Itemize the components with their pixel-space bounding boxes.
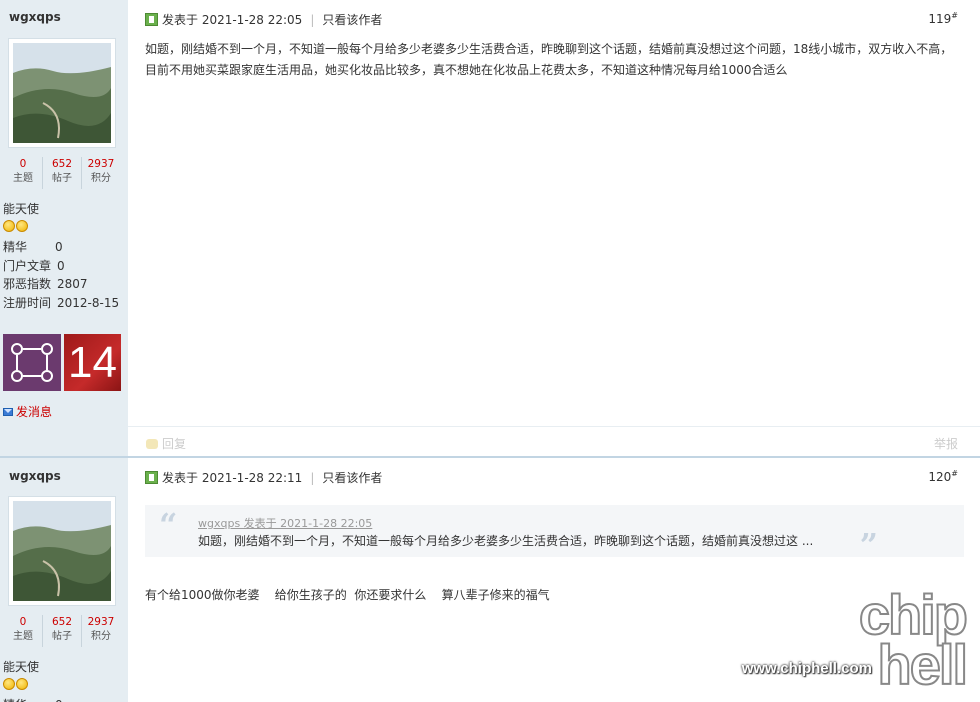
smiley-icon — [3, 220, 15, 232]
author-sidebar: wgxqps 0 主题 652 帖子 2937 积分 能天使 精华 0 — [0, 458, 128, 702]
info-row: 邪恶指数 2807 — [3, 275, 119, 294]
watermark-logo: chip hell — [858, 583, 969, 696]
send-message-link[interactable]: 发消息 — [3, 403, 52, 420]
info-row: 门户文章 0 — [3, 257, 119, 276]
stat-threads[interactable]: 0 主题 — [4, 615, 43, 647]
info-key: 邪恶指数 — [3, 277, 52, 291]
info-value: 0 — [55, 240, 63, 254]
stat-posts[interactable]: 652 帖子 — [43, 615, 82, 647]
post-content: 如题，刚结婚不到一个月，不知道一般每个月给多少老婆多少生活费合适，昨晚聊到这个话… — [145, 42, 953, 77]
post-header: 发表于 2021-1-28 22:05 | 只看该作者 — [145, 11, 382, 28]
user-rank: 能天使 — [3, 202, 40, 216]
envelope-icon — [3, 407, 13, 416]
stat-threads[interactable]: 0 主题 — [4, 157, 43, 189]
stat-label: 主题 — [13, 631, 33, 642]
floor-number[interactable]: 119# — [928, 11, 958, 26]
info-key: 门户文章 — [3, 258, 52, 273]
author-stats: 0 主题 652 帖子 2937 积分 — [4, 615, 120, 647]
divider: | — [310, 470, 315, 485]
floor-mark: # — [951, 469, 958, 478]
info-value: 2012-8-15 — [57, 295, 120, 310]
user-info: 精华 0 门户文章 0 邪恶指数 2807 注册时间 2012-8-15 — [3, 238, 119, 312]
floor-mark: # — [951, 11, 958, 20]
reply-label: 回复 — [162, 437, 187, 451]
rank-icons — [3, 678, 28, 690]
info-row: 精华 0 — [3, 696, 63, 702]
info-row: 精华 0 — [3, 238, 119, 257]
user-info: 精华 0 — [3, 696, 63, 702]
info-value: 2807 — [57, 277, 88, 291]
close-quote-icon: ” — [859, 526, 878, 564]
stat-label: 帖子 — [52, 173, 72, 184]
quote-source-link[interactable]: wgxqps 发表于 2021-1-28 22:05 — [198, 515, 372, 531]
stat-value: 0 — [19, 616, 27, 628]
smiley-icon — [16, 220, 28, 232]
smiley-icon — [16, 678, 28, 690]
stat-label: 积分 — [91, 631, 111, 642]
only-author-link[interactable]: 只看该作者 — [322, 11, 382, 28]
stat-posts[interactable]: 652 帖子 — [43, 157, 82, 189]
medals: 14 — [3, 334, 121, 391]
author-name[interactable]: wgxqps — [9, 469, 61, 483]
report-link[interactable]: 举报 — [934, 435, 958, 452]
stat-value: 0 — [19, 158, 27, 170]
post-time: 发表于 2021-1-28 22:05 — [162, 13, 303, 27]
medal-14[interactable]: 14 — [64, 334, 121, 391]
user-rank: 能天使 — [3, 660, 40, 674]
post-120: wgxqps 0 主题 652 帖子 2937 积分 能天使 精华 0 — [0, 458, 980, 702]
online-status-icon — [145, 13, 158, 26]
stat-credits[interactable]: 2937 积分 — [82, 157, 120, 189]
post-content: 有个给1000做你老婆 给你生孩子的 你还要求什么 算八辈子修来的福气 — [145, 588, 550, 602]
watermark: chip hell www.chiphell.com — [736, 583, 969, 696]
post-main: 发表于 2021-1-28 22:05 | 只看该作者 119# 如题，刚结婚不… — [128, 0, 980, 456]
info-key: 注册时间 — [3, 295, 52, 310]
post-time: 发表于 2021-1-28 22:11 — [162, 471, 303, 485]
quote-text: 如题，刚结婚不到一个月，不知道一般每个月给多少老婆多少生活费合适，昨晚聊到这个话… — [198, 534, 814, 548]
only-author-link[interactable]: 只看该作者 — [322, 469, 382, 486]
stat-label: 积分 — [91, 173, 111, 184]
online-status-icon — [145, 471, 158, 484]
avatar-image — [13, 43, 111, 143]
avatar-image — [13, 501, 111, 601]
post-footer: 回复 举报 — [128, 426, 980, 456]
author-name[interactable]: wgxqps — [9, 10, 61, 24]
author-stats: 0 主题 652 帖子 2937 积分 — [4, 157, 120, 189]
post-header: 发表于 2021-1-28 22:11 | 只看该作者 — [145, 469, 382, 486]
post-119: wgxqps 0 主题 652 帖子 2937 积分 能天使 精华 0 门户文章 0 邪恶… — [0, 0, 980, 456]
avatar[interactable] — [8, 38, 116, 148]
divider: | — [310, 12, 315, 27]
floor-value: 119 — [928, 12, 952, 26]
send-message-label: 发消息 — [16, 405, 53, 419]
info-value: 0 — [55, 696, 63, 702]
reply-button[interactable]: 回复 — [146, 435, 186, 452]
stat-value: 652 — [51, 158, 73, 170]
stat-label: 主题 — [13, 173, 33, 184]
info-value: 0 — [57, 258, 65, 273]
stat-credits[interactable]: 2937 积分 — [82, 615, 120, 647]
rank-icons — [3, 220, 28, 232]
info-key: 精华 — [3, 240, 28, 254]
info-row: 注册时间 2012-8-15 — [3, 294, 119, 313]
floor-number[interactable]: 120# — [928, 469, 958, 484]
author-sidebar: wgxqps 0 主题 652 帖子 2937 积分 能天使 精华 0 门户文章 0 邪恶… — [0, 0, 128, 456]
reply-icon — [146, 438, 158, 449]
stat-value: 652 — [51, 616, 73, 628]
stat-value: 2937 — [87, 616, 115, 628]
open-quote-icon: “ — [159, 506, 178, 544]
info-key: 精华 — [3, 696, 49, 702]
stat-label: 帖子 — [52, 631, 72, 642]
avatar[interactable] — [8, 496, 116, 606]
stat-value: 2937 — [87, 158, 115, 170]
share-medal-icon[interactable] — [3, 334, 61, 391]
quote-block: “ wgxqps 发表于 2021-1-28 22:05 如题，刚结婚不到一个月… — [145, 505, 964, 561]
smiley-icon — [3, 678, 15, 690]
watermark-url: www.chiphell.com — [741, 660, 872, 677]
floor-value: 120 — [928, 470, 952, 484]
